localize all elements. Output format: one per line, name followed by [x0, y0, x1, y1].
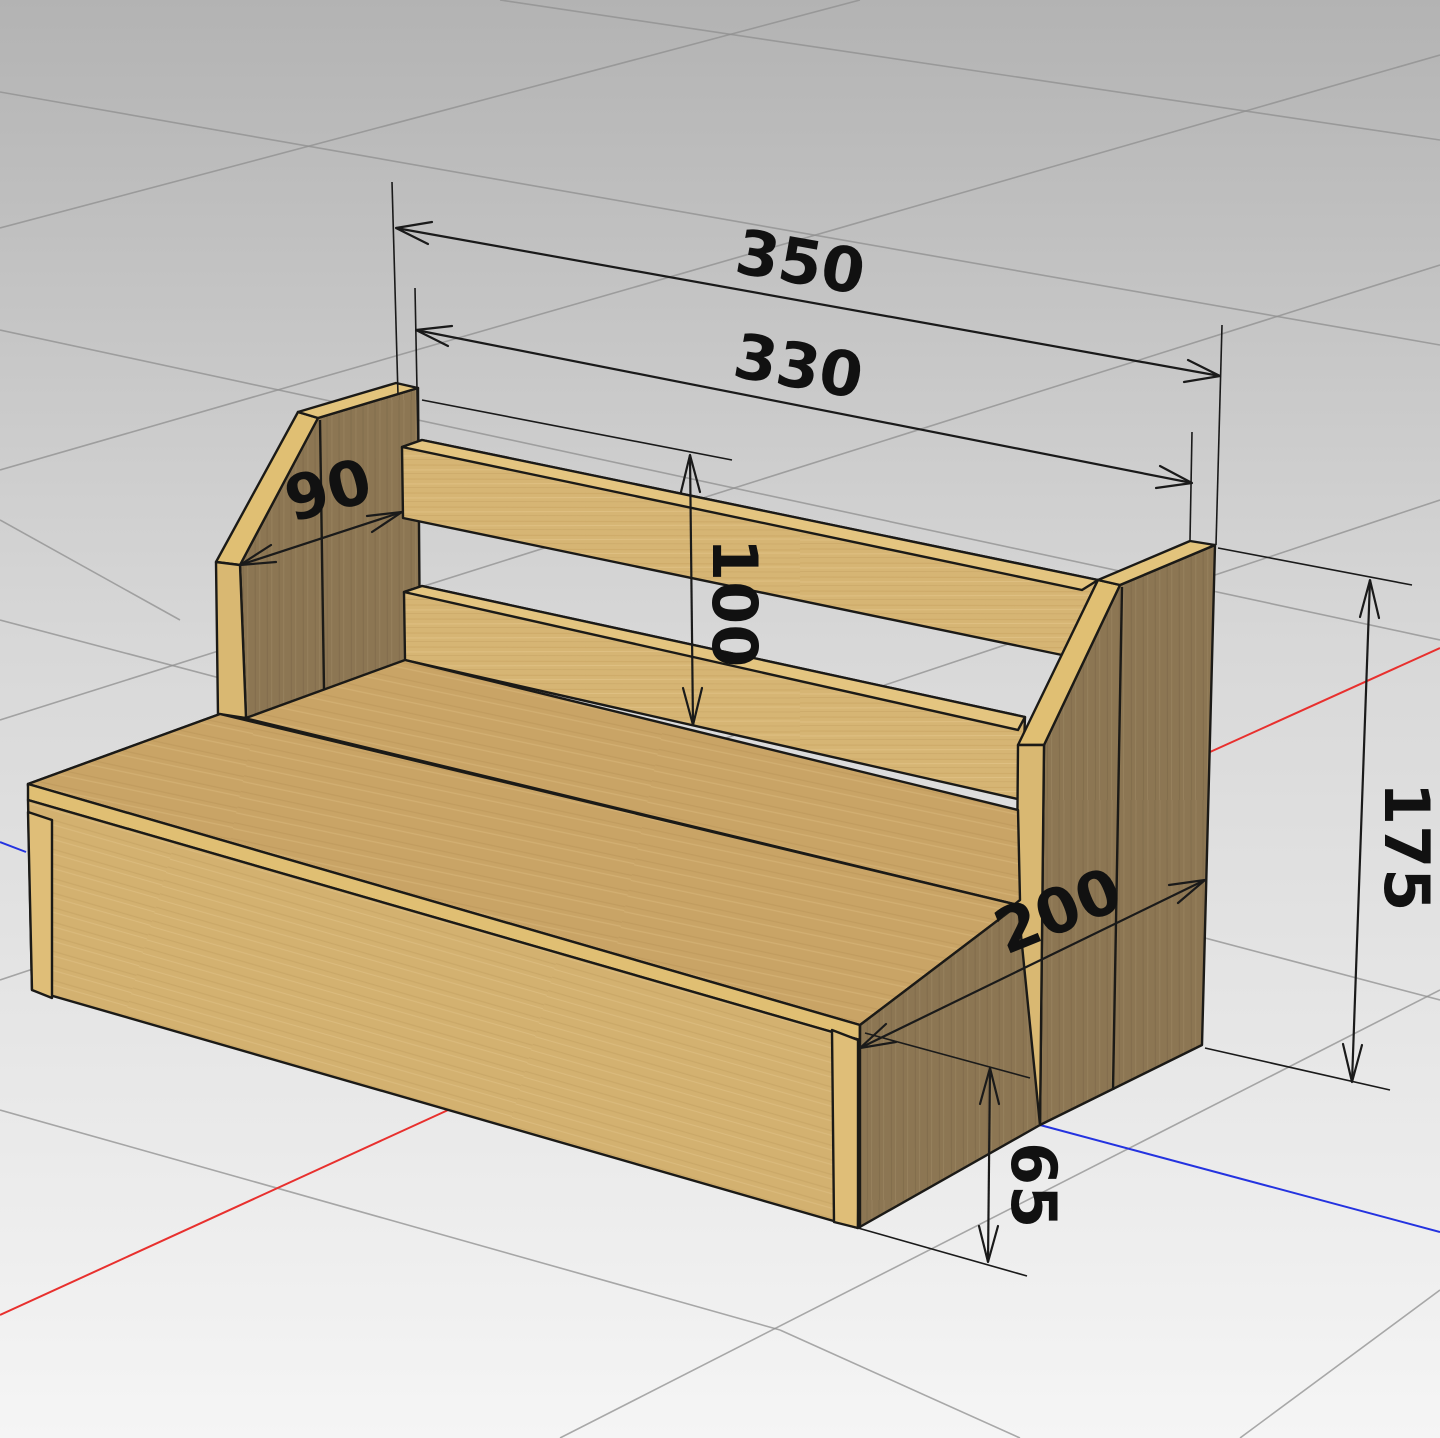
dim-total-height-label: 175: [1370, 782, 1440, 911]
cad-viewport[interactable]: 350 330 100 175 200 90 65: [0, 0, 1440, 1438]
dim-seat-height-label: 65: [997, 1142, 1070, 1228]
dim-back-height-label: 100: [698, 538, 771, 667]
scene-canvas: 350 330 100 175 200 90 65: [0, 0, 1440, 1438]
